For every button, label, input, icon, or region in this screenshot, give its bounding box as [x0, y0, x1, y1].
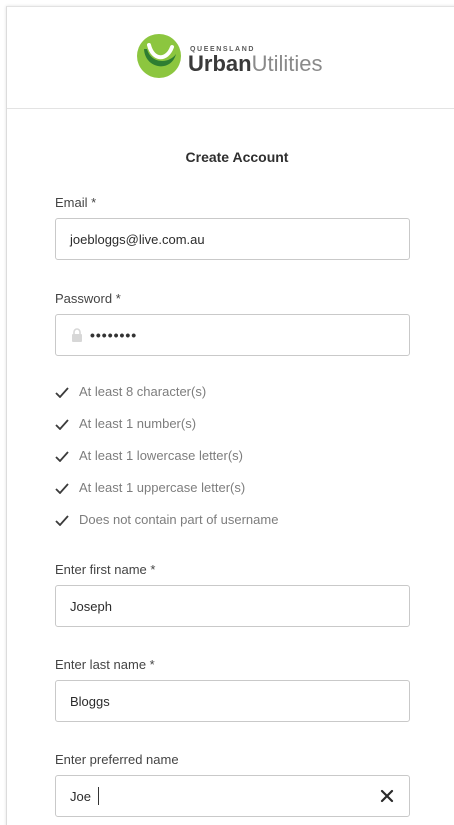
password-rule-text: At least 8 character(s): [79, 384, 207, 399]
last-name-value: Bloggs: [70, 694, 110, 709]
password-rule-text: At least 1 uppercase letter(s): [79, 480, 246, 495]
preferred-name-label: Enter preferred name: [55, 752, 179, 767]
text-cursor: [98, 787, 99, 805]
brand-word-urban: Urban: [188, 51, 252, 76]
preferred-name-value: Joe: [70, 789, 91, 804]
email-label: Email *: [55, 195, 97, 210]
brand-logo-mark: [137, 34, 181, 78]
last-name-field[interactable]: Bloggs: [55, 680, 410, 722]
password-rule: At least 1 lowercase letter(s): [55, 448, 415, 464]
password-rule: At least 1 uppercase letter(s): [55, 480, 415, 496]
check-icon: [55, 483, 69, 494]
page: QUEENSLAND UrbanUtilities Create Account…: [0, 0, 454, 825]
password-rule: At least 1 number(s): [55, 416, 415, 432]
brand-word-utilities: Utilities: [251, 51, 323, 76]
first-name-label: Enter first name *: [55, 562, 156, 577]
first-name-field[interactable]: Joseph: [55, 585, 410, 627]
email-value: joebloggs@live.com.au: [70, 232, 205, 247]
brand-wordmark: UrbanUtilities: [188, 52, 322, 76]
close-icon[interactable]: [379, 788, 395, 804]
check-icon: [55, 387, 69, 398]
create-account-card: QUEENSLAND UrbanUtilities Create Account…: [6, 6, 454, 825]
header: QUEENSLAND UrbanUtilities: [7, 7, 454, 109]
email-field[interactable]: joebloggs@live.com.au: [55, 218, 410, 260]
password-rule-text: Does not contain part of username: [79, 512, 279, 527]
first-name-value: Joseph: [70, 599, 112, 614]
password-value: ••••••••: [90, 327, 138, 343]
page-title: Create Account: [185, 149, 289, 165]
check-icon: [55, 419, 69, 430]
password-rule: At least 8 character(s): [55, 384, 415, 400]
password-rule: Does not contain part of username: [55, 512, 415, 528]
lock-icon: [72, 328, 82, 342]
brand-logo: QUEENSLAND UrbanUtilities: [135, 31, 345, 81]
password-rule-text: At least 1 lowercase letter(s): [79, 448, 244, 463]
password-field[interactable]: ••••••••: [55, 314, 410, 356]
password-rule-text: At least 1 number(s): [79, 416, 197, 431]
preferred-name-field[interactable]: Joe: [55, 775, 410, 817]
last-name-label: Enter last name *: [55, 657, 155, 672]
check-icon: [55, 515, 69, 526]
check-icon: [55, 451, 69, 462]
password-label: Password *: [55, 291, 121, 306]
